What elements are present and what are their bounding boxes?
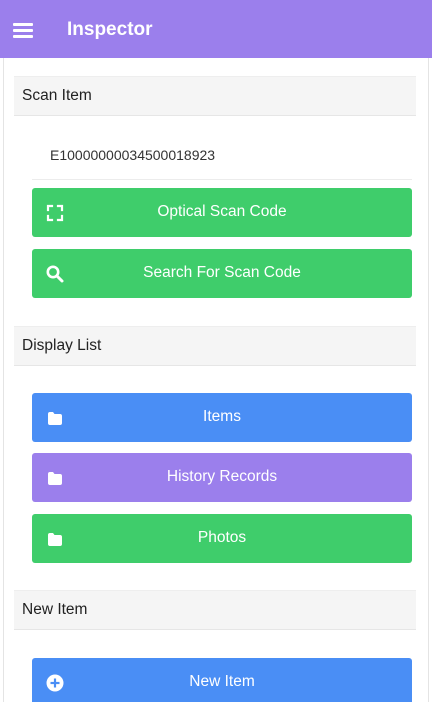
button-label: Items [203, 408, 241, 425]
divider [32, 179, 412, 180]
app-header: Inspector [0, 0, 432, 58]
items-button[interactable]: Items [32, 393, 412, 442]
section-label: New Item [22, 601, 88, 618]
button-label: History Records [166, 468, 278, 485]
section-label: Scan Item [22, 87, 92, 104]
section-header-display-list: Display List [14, 326, 416, 366]
history-records-button[interactable]: History Records [32, 453, 412, 502]
photos-button[interactable]: Photos [32, 514, 412, 563]
main-content: Scan Item E10000000034500018923 Optical … [3, 58, 429, 702]
optical-scan-code-button[interactable]: Optical Scan Code [32, 188, 412, 237]
new-item-button[interactable]: New Item [32, 658, 412, 702]
search-scan-code-button[interactable]: Search For Scan Code [32, 249, 412, 298]
button-label: New Item [189, 673, 255, 690]
section-header-new-item: New Item [14, 590, 416, 630]
hamburger-menu-icon[interactable] [13, 23, 33, 38]
button-label: Photos [197, 529, 247, 546]
section-header-scan-item: Scan Item [14, 76, 416, 116]
scan-code-value: E10000000034500018923 [50, 147, 216, 163]
section-label: Display List [22, 337, 102, 354]
button-label: Optical Scan Code [157, 203, 287, 220]
app-screen: Inspector Scan Item E1000000003450001892… [0, 0, 432, 702]
button-label: Search For Scan Code [143, 264, 301, 281]
page-title: Inspector [67, 19, 153, 40]
